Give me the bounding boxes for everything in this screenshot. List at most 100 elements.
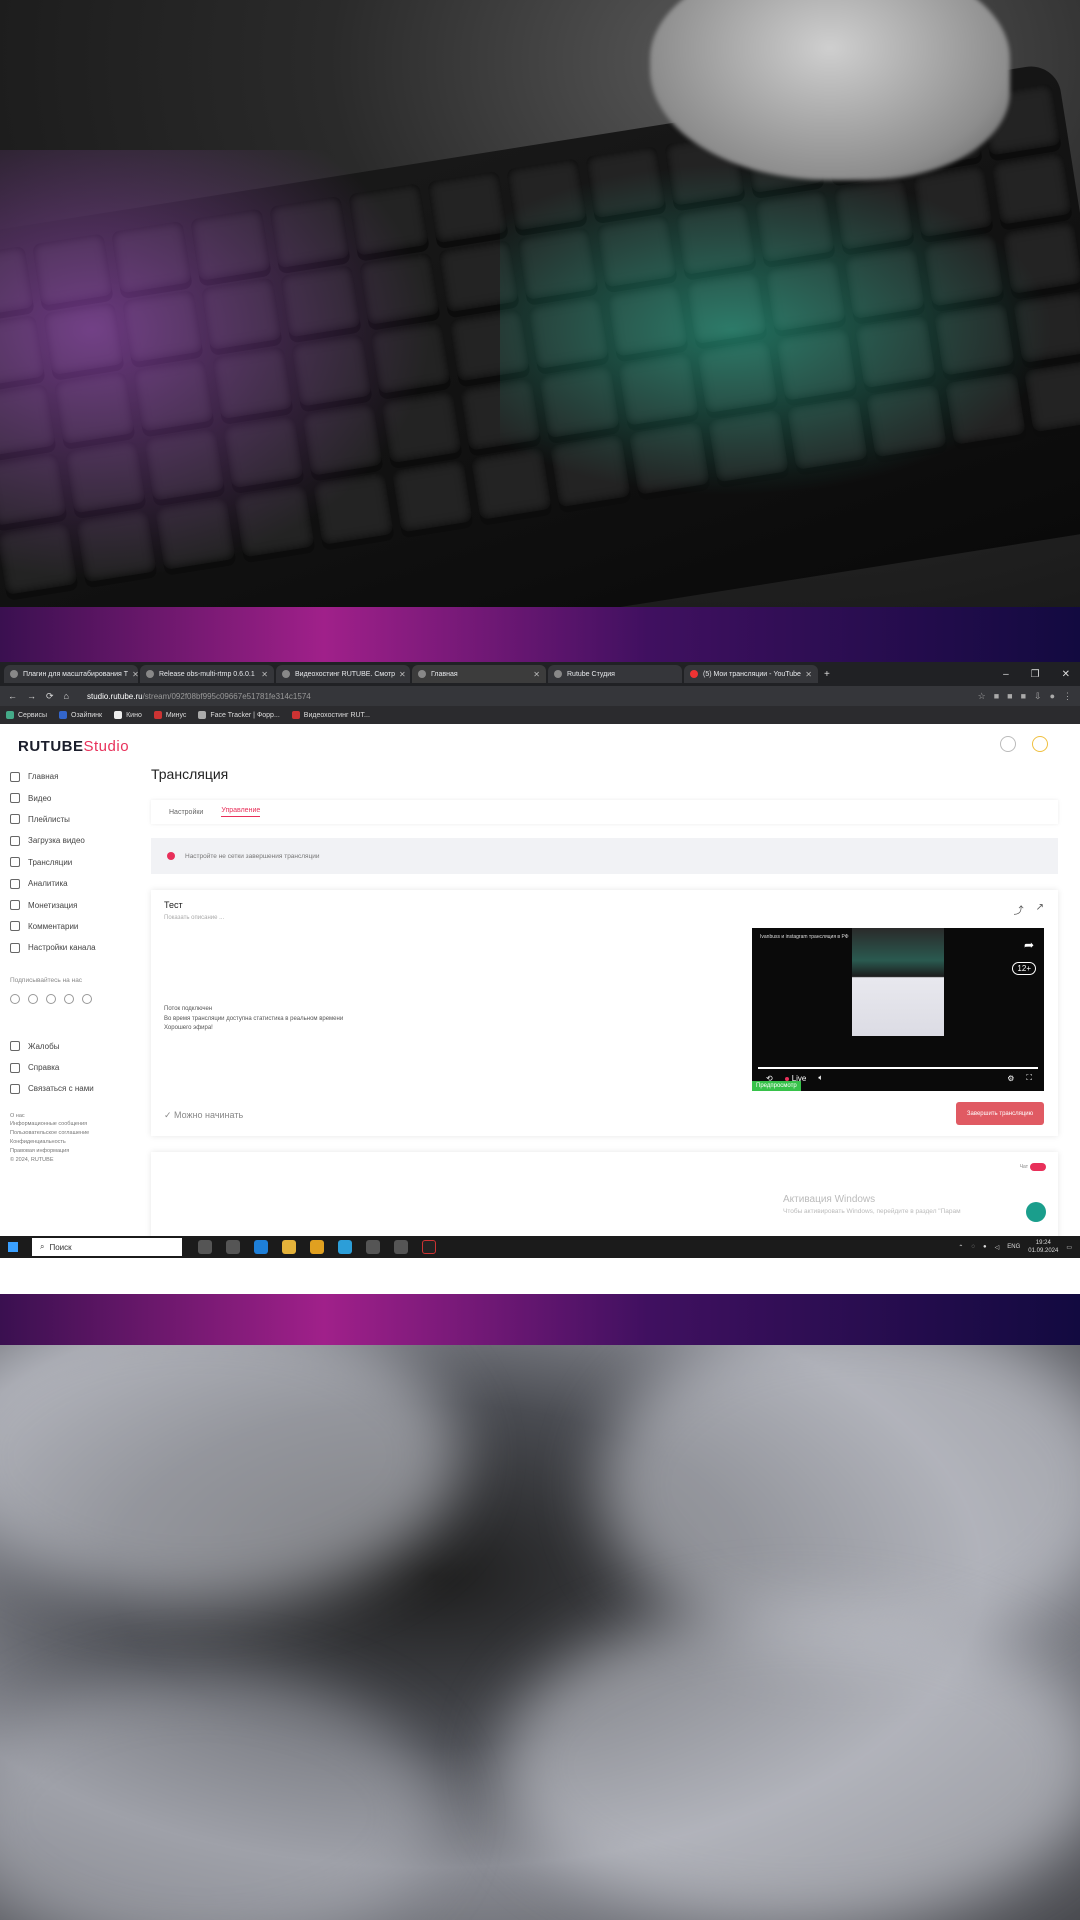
app-icon[interactable] [394,1240,408,1254]
analytics-icon [10,878,20,889]
sidebar-item[interactable]: Загрузка видео [10,830,130,851]
star-icon[interactable]: ☆ [978,691,986,702]
link-icon[interactable] [64,993,74,1004]
comment-icon [10,921,20,932]
browser-tab[interactable]: (5) Мои трансляции - YouTube ✕ [684,665,818,683]
stream-title: Тест [164,900,183,910]
task-view-icon[interactable] [198,1240,212,1254]
download-icon[interactable]: ⇩ [1034,691,1042,702]
network-icon[interactable]: ◌ [971,1244,975,1250]
sidebar-item[interactable]: Монетизация [10,894,130,915]
edge-icon[interactable] [254,1240,268,1254]
browser-tab[interactable]: Видеохостинг RUTUBE. Смотр ✕ [276,665,410,683]
user-avatar[interactable] [1032,736,1048,752]
clock[interactable]: 19:24 01.09.2024 [1028,1239,1058,1255]
sidebar-item[interactable]: Трансляции [10,852,130,873]
vk-icon[interactable] [10,993,20,1004]
sidebar-item[interactable]: Связаться с нами [10,1078,130,1099]
folder-icon[interactable] [282,1240,296,1254]
footer-link[interactable]: О нас [10,1112,130,1121]
forward-icon[interactable]: → [27,691,36,701]
sidebar-item[interactable]: Видео [10,787,130,808]
player-progress-bar[interactable] [758,1067,1038,1069]
stop-stream-button[interactable]: Завершить трансляцию [956,1102,1044,1125]
home-icon[interactable]: ⌂ [64,691,69,701]
language-indicator[interactable]: ENG [1007,1244,1020,1250]
activation-subtitle: Чтобы активировать Windows, перейдите в … [783,1208,961,1215]
share-icon[interactable]: ⤴ [1014,902,1024,917]
tab-control[interactable]: Управление [221,807,261,817]
settings-gear-icon[interactable]: ⚙ [1007,1074,1014,1083]
taskbar-apps [198,1240,436,1254]
windows-start-icon[interactable] [8,1242,18,1252]
show-description-link[interactable]: Показать описание ... [164,915,224,921]
url-field[interactable]: studio.rutube.ru/stream/092f08bf995c0966… [87,692,968,701]
sidebar-item[interactable]: Аналитика [10,873,130,894]
minimize-icon[interactable]: – [1003,669,1009,680]
bookmark-item[interactable]: Face Tracker | Форр... [198,711,280,719]
bookmark-item[interactable]: Сервисы [6,711,47,719]
sidebar-item[interactable]: Плейлисты [10,809,130,830]
fullscreen-icon[interactable]: ⛶ [1026,1073,1032,1083]
video-player[interactable]: Ivanbuss и instagram трансляция в РФ ➦ 1… [752,928,1044,1091]
desktop-screenshot: Плагин для масштабирования Т ✕ Release ob… [0,662,1080,1294]
telegram-icon[interactable] [46,993,56,1004]
profile-avatar[interactable]: ● [1050,691,1055,702]
maximize-icon[interactable]: ❐ [1031,669,1040,680]
app-icon[interactable] [366,1240,380,1254]
sidebar-item[interactable]: Настройки канала [10,937,130,958]
sidebar-item[interactable]: Комментарии [10,916,130,937]
sidebar-item[interactable]: Главная [10,766,130,787]
warning-banner: Настройте не сетки завершения трансляции [151,838,1058,874]
playlist-icon [10,814,20,825]
bookmark-item[interactable]: Озайпинк [59,711,102,719]
bookmark-item[interactable]: Минус [153,711,186,719]
store-icon[interactable] [226,1240,240,1254]
footer-link[interactable]: Пользовательское соглашение [10,1129,130,1138]
sidebar-item-label: Видео [28,793,52,803]
extension-icon[interactable]: ■ [994,691,999,702]
menu-icon[interactable]: ⋮ [1063,691,1072,702]
rutube-studio-logo[interactable]: RUTUBEStudio [18,738,129,755]
sidebar-item-label: Жалобы [28,1041,60,1051]
reload-icon[interactable]: ⟳ [46,691,54,702]
share-arrow-icon[interactable]: ➦ [1024,938,1034,952]
notifications-icon[interactable]: ▭ [1066,1244,1072,1251]
sidebar-item[interactable]: Справка [10,1057,130,1078]
microphone-icon[interactable]: ● [983,1244,987,1250]
footer-link[interactable]: Информационные сообщения [10,1120,130,1129]
add-icon[interactable] [1000,736,1016,752]
extension-icon[interactable]: ■ [1021,691,1026,702]
system-tray: ⌃ ◌ ● ◁ ENG 19:24 01.09.2024 ▭ [958,1239,1080,1255]
obs-icon[interactable] [422,1240,436,1254]
plus-icon[interactable] [82,993,92,1004]
bookmark-item[interactable]: Кино [114,711,142,719]
browser-tab[interactable]: Главная ✕ [412,665,546,683]
chat-toggle[interactable] [1030,1163,1046,1171]
footer-link[interactable]: © 2024, RUTUBE [10,1156,130,1165]
video-frame: Плагин для масштабирования Т ✕ Release ob… [0,0,1080,1920]
tab-settings[interactable]: Настройки [169,809,203,816]
footer-link[interactable]: Правовая информация [10,1147,130,1156]
browser-tab[interactable]: Плагин для масштабирования Т ✕ [4,665,138,683]
sidebar-item[interactable]: Жалобы [10,1036,130,1057]
mail-icon [10,1083,20,1094]
chrome-icon[interactable] [310,1240,324,1254]
telegram-app-icon[interactable] [338,1240,352,1254]
browser-tab[interactable]: Release obs-multi-rtmp 0.6.0.1 ✕ [140,665,274,683]
browser-tab[interactable]: Rutube Студия [548,665,682,683]
volume-icon[interactable]: 🔈︎ [818,1073,823,1083]
close-icon[interactable]: ✕ [1062,669,1070,680]
tray-chevron-icon[interactable]: ⌃ [958,1244,963,1251]
bookmark-item[interactable]: Видеохостинг RUT... [291,711,370,719]
taskbar-search[interactable]: ⌕ Поиск [32,1238,182,1256]
footer-link[interactable]: Конфиденциальность [10,1138,130,1147]
external-link-icon[interactable]: ↗ [1036,902,1044,917]
extension-icon[interactable]: ■ [1007,691,1012,702]
support-chat-button[interactable] [1026,1202,1046,1222]
address-bar: ← → ⟳ ⌂ studio.rutube.ru/stream/092f08bf… [0,686,1080,706]
speaker-icon[interactable]: ◁ [995,1244,1000,1251]
new-tab-icon[interactable]: + [824,669,830,680]
back-icon[interactable]: ← [8,691,17,701]
ok-icon[interactable] [28,993,38,1004]
